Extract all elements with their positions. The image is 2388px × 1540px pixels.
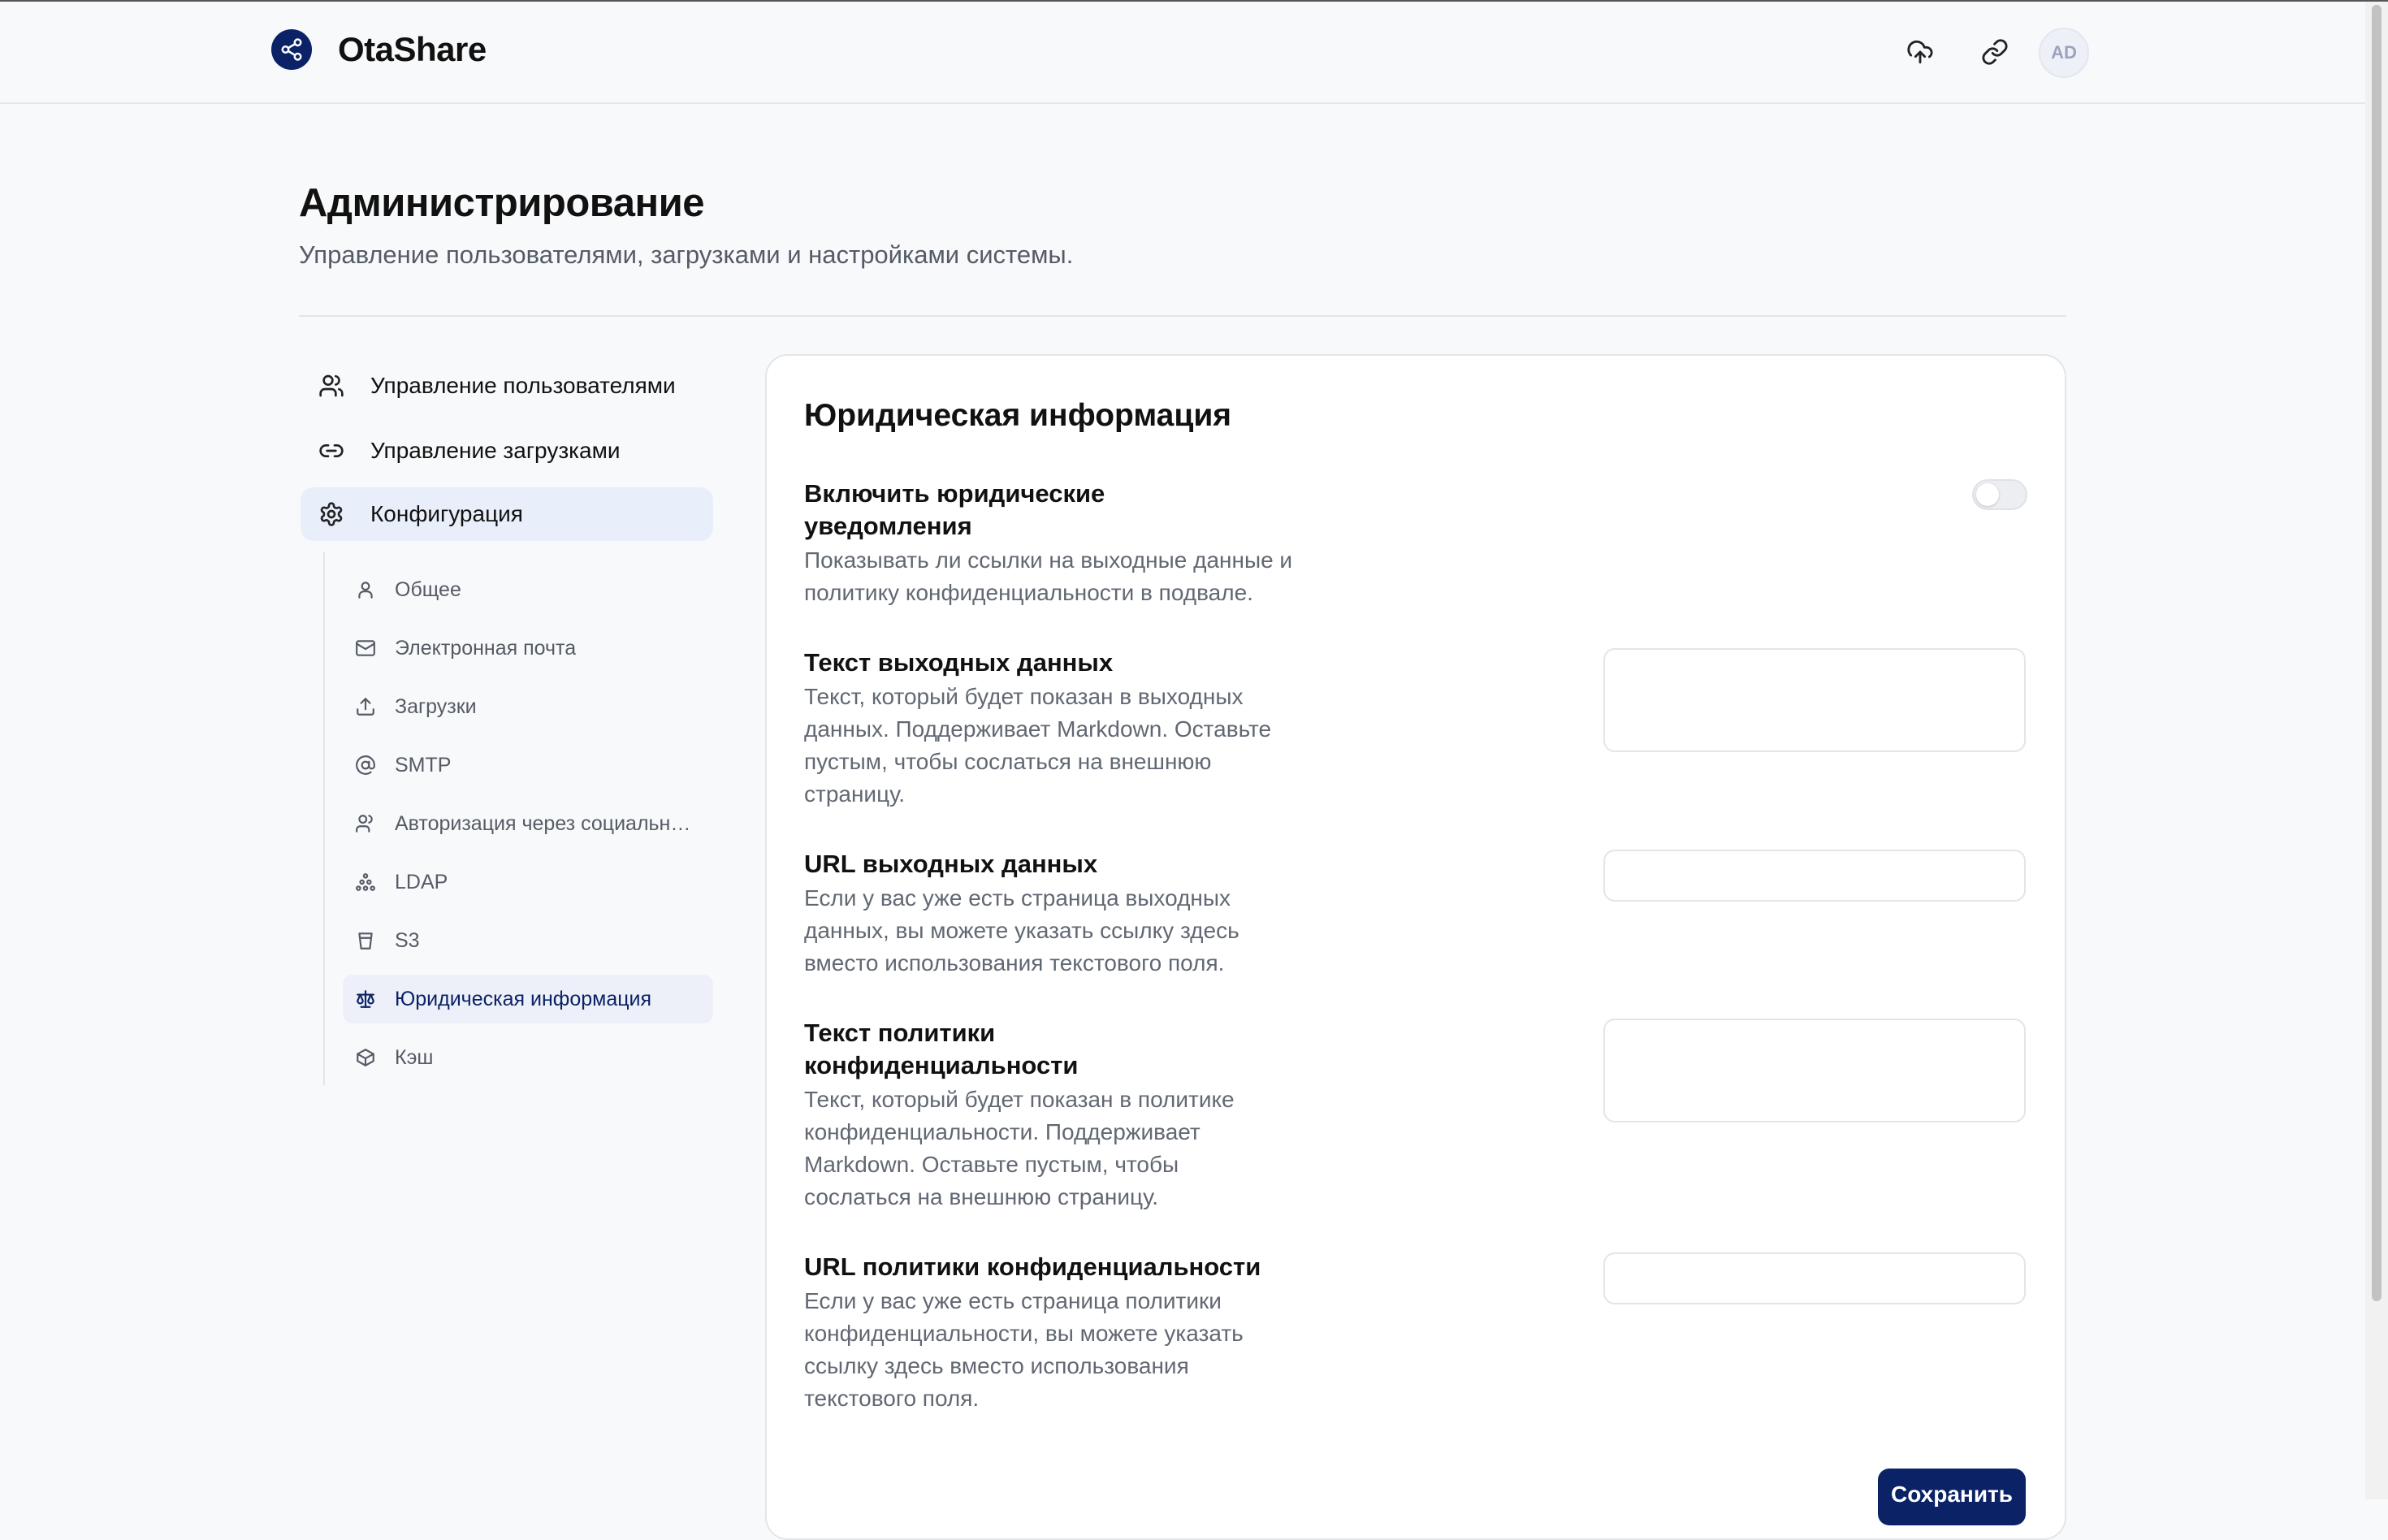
subnav-item-label: S3: [395, 928, 420, 952]
sidebar-item-configuration[interactable]: Конфигурация: [301, 487, 713, 541]
imprint-url-label: URL выходных данных: [804, 850, 1098, 878]
sidebar-item-uploads[interactable]: Управление загрузками: [301, 424, 713, 478]
network-icon: [353, 869, 379, 895]
privacy-url-label: URL политики конфиденциальности: [804, 1252, 1261, 1281]
mail-icon: [353, 635, 379, 661]
privacy-text-label: Текст политики конфиденциальности: [804, 1019, 1079, 1079]
users-icon: [353, 811, 379, 837]
privacy-text-description: Текст, который будет показан в политике …: [804, 1087, 1235, 1209]
subnav-item-label: Кэш: [395, 1045, 434, 1069]
avatar[interactable]: AD: [2039, 28, 2089, 78]
imprint-text-description: Текст, который будет показан в выходных …: [804, 684, 1272, 807]
subnav-item-s3[interactable]: S3: [343, 916, 713, 965]
sidebar-item-label: Управление загрузками: [370, 438, 621, 463]
brand-name: OtaShare: [338, 30, 487, 68]
top-header: OtaShare AD: [0, 2, 2365, 104]
subnav-item-smtp[interactable]: SMTP: [343, 741, 713, 789]
subnav-item-label: Авторизация через социальные сети: [395, 811, 703, 835]
subnav-item-cache[interactable]: Кэш: [343, 1033, 713, 1082]
imprint-text-label: Текст выходных данных: [804, 648, 1114, 677]
subnav-item-label: Загрузки: [395, 694, 477, 718]
at-icon: [353, 752, 379, 778]
subnav-item-email[interactable]: Электронная почта: [343, 624, 713, 673]
scrollbar-thumb[interactable]: [2372, 5, 2382, 1301]
privacy-url-description: Если у вас уже есть страница политики ко…: [804, 1288, 1244, 1411]
sidebar-item-label: Управление пользователями: [370, 373, 676, 398]
subnav-item-ldap[interactable]: LDAP: [343, 858, 713, 906]
scrollbar[interactable]: [2365, 2, 2388, 1499]
sidebar-item-label: Конфигурация: [370, 501, 523, 526]
privacy-url-input[interactable]: [1603, 1252, 2026, 1304]
upload-icon: [353, 694, 379, 720]
divider: [299, 315, 2066, 317]
subnav-item-uploads[interactable]: Загрузки: [343, 682, 713, 731]
enable-legal-description: Показывать ли ссылки на выходные данные …: [804, 547, 1293, 605]
scale-icon: [353, 986, 379, 1012]
subnav-item-legal[interactable]: Юридическая информация: [343, 975, 713, 1023]
users-icon: [315, 370, 348, 402]
subnav-item-label: SMTP: [395, 753, 452, 776]
subnav-item-label: Общее: [395, 578, 461, 601]
user-icon: [353, 577, 379, 603]
enable-legal-label: Включить юридические уведомления: [804, 479, 1105, 540]
card-title: Юридическая информация: [804, 398, 1232, 433]
subnav-guide-line: [323, 552, 325, 1085]
cloud-upload-icon[interactable]: [1896, 28, 1945, 76]
imprint-url-description: Если у вас уже есть страница выходных да…: [804, 885, 1239, 975]
subnav-item-label: LDAP: [395, 870, 448, 893]
subnav-item-label: Электронная почта: [395, 636, 577, 660]
subnav-item-label: Юридическая информация: [395, 987, 652, 1010]
privacy-text-input[interactable]: [1603, 1019, 2026, 1123]
subnav-item-general[interactable]: Общее: [343, 565, 713, 614]
link-icon: [315, 435, 348, 467]
box-icon: [353, 1045, 379, 1071]
sidebar-item-users[interactable]: Управление пользователями: [301, 359, 713, 413]
page-title: Администрирование: [299, 181, 704, 225]
share-logo-icon: [271, 29, 312, 70]
gear-icon: [315, 498, 348, 530]
imprint-text-input[interactable]: [1603, 648, 2026, 752]
toggle-knob: [1976, 483, 1999, 506]
save-button[interactable]: Сохранить: [1878, 1469, 2026, 1525]
page-subtitle: Управление пользователями, загрузками и …: [299, 240, 1074, 269]
imprint-url-input[interactable]: [1603, 850, 2026, 902]
bucket-icon: [353, 928, 379, 954]
link-icon[interactable]: [1971, 28, 2019, 76]
subnav-item-social-auth[interactable]: Авторизация через социальные сети: [343, 799, 713, 848]
enable-legal-toggle[interactable]: [1972, 479, 2027, 510]
brand[interactable]: OtaShare: [271, 29, 487, 70]
